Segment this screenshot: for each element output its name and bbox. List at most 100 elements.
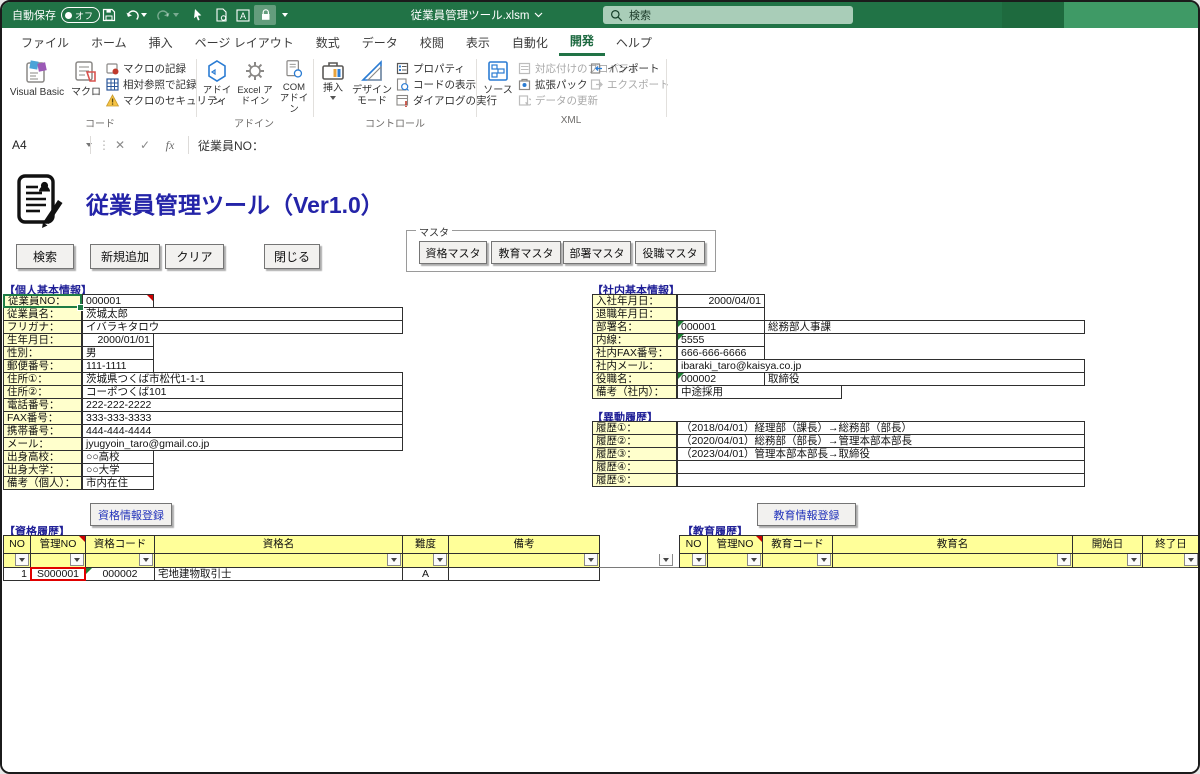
mobile-value[interactable]: 444-444-4444 — [82, 424, 403, 438]
filter-dropdown-button[interactable] — [433, 554, 447, 566]
register-education-button[interactable]: 教育情報登録 — [757, 503, 856, 526]
position-master-button[interactable]: 役職マスタ — [635, 241, 705, 264]
postal-code-value[interactable]: 111-1111 — [82, 359, 154, 373]
furigana-value[interactable]: イバラキタロウ — [82, 320, 403, 334]
field-label-mobile[interactable]: 携帯番号： — [3, 424, 82, 438]
excel-addins-button[interactable]: Excel アドイン — [235, 59, 275, 115]
xml-source-button[interactable]: ソース — [481, 59, 515, 115]
relative-references-button[interactable]: 相対参照で記録 — [106, 77, 197, 92]
field-label-company-note[interactable]: 備考（社内）： — [592, 385, 677, 399]
field-label-retire-date[interactable]: 退職年月日： — [592, 307, 677, 321]
field-label-postal-code[interactable]: 郵便番号： — [3, 359, 82, 373]
field-label-high-school[interactable]: 出身高校： — [3, 450, 82, 464]
search-record-button[interactable]: 検索 — [16, 244, 74, 269]
qual-row-code[interactable]: 000002 — [85, 567, 155, 581]
department-code-value[interactable]: 000001 — [677, 320, 765, 334]
filter-dropdown-button[interactable] — [692, 554, 706, 566]
design-mode-button[interactable]: デザイン モード — [350, 59, 394, 115]
field-label-university[interactable]: 出身大学： — [3, 463, 82, 477]
employee-name-value[interactable]: 茨城太郎 — [82, 307, 403, 321]
filter-dropdown-button[interactable] — [659, 554, 673, 566]
qual-row-rank[interactable]: A — [402, 567, 449, 581]
page-setup-button[interactable] — [210, 5, 232, 25]
worksheet[interactable]: 従業員管理ツール（Ver1.0） 検索 新規追加 クリア 閉じる マスタ 資格マ… — [2, 160, 1198, 772]
birthdate-value[interactable]: 2000/01/01 — [82, 333, 154, 347]
personal-note-value[interactable]: 市内在住 — [82, 476, 154, 490]
autosave-toggle[interactable]: 自動保存 オフ — [12, 2, 101, 28]
addins-button[interactable]: アドイン — [201, 59, 233, 115]
workbook-title[interactable]: 従業員管理ツール.xlsm — [387, 2, 567, 28]
tab-review[interactable]: 校閲 — [409, 28, 455, 56]
lock-cell-button[interactable] — [254, 5, 276, 25]
filter-dropdown-button[interactable] — [1184, 554, 1198, 566]
qat-customize-button[interactable] — [278, 5, 292, 25]
record-macro-button[interactable]: マクロの記録 — [106, 61, 186, 76]
field-label-furigana[interactable]: フリガナ： — [3, 320, 82, 334]
fax-value[interactable]: 333-333-3333 — [82, 411, 403, 425]
properties-button[interactable]: プロパティ — [396, 61, 465, 76]
field-label-personal-note[interactable]: 備考（個人）： — [3, 476, 82, 490]
tab-file[interactable]: ファイル — [10, 28, 80, 56]
save-button[interactable] — [98, 5, 120, 25]
hire-date-value[interactable]: 2000/04/01 — [677, 294, 765, 308]
tab-data[interactable]: データ — [351, 28, 409, 56]
filter-dropdown-button[interactable] — [70, 554, 84, 566]
university-value[interactable]: ○○大学 — [82, 463, 154, 477]
field-label-employee-name[interactable]: 従業員名： — [3, 307, 82, 321]
position-code-value[interactable]: 000002 — [677, 372, 765, 386]
company-note-value[interactable]: 中途採用 — [677, 385, 842, 399]
tab-home[interactable]: ホーム — [80, 28, 138, 56]
fill-handle[interactable] — [77, 304, 84, 311]
history1-value[interactable]: （2018/04/01）経理部（課長）→総務部（部長） — [677, 421, 1085, 435]
history5-value[interactable] — [677, 473, 1085, 487]
clear-button[interactable]: クリア — [165, 244, 224, 269]
education-master-button[interactable]: 教育マスタ — [491, 241, 561, 264]
macros-button[interactable]: マクロ — [68, 59, 104, 115]
company-email-value[interactable]: ibaraki_taro@kaisya.co.jp — [677, 359, 1085, 373]
position-name-value[interactable]: 取締役 — [764, 372, 1085, 386]
filter-dropdown-button[interactable] — [584, 554, 598, 566]
filter-dropdown-button[interactable] — [817, 554, 831, 566]
tab-page-layout[interactable]: ページ レイアウト — [184, 28, 305, 56]
field-label-employee-no[interactable]: 従業員NO： — [3, 294, 82, 308]
employee-no-value[interactable]: 000001 — [82, 294, 154, 308]
history2-value[interactable]: （2020/04/01）総務部（部長）→管理本部本部長 — [677, 434, 1085, 448]
filter-dropdown-button[interactable] — [747, 554, 761, 566]
view-code-button[interactable]: コードの表示 — [396, 77, 476, 92]
tab-developer[interactable]: 開発 — [558, 28, 605, 56]
field-label-history5[interactable]: 履歴⑤： — [592, 473, 677, 487]
cancel-icon[interactable]: ✕ — [110, 134, 130, 156]
field-label-company-email[interactable]: 社内メール： — [592, 359, 677, 373]
expansion-packs-button[interactable]: 拡張パック — [518, 77, 588, 92]
extension-value[interactable]: 5555 — [677, 333, 765, 347]
high-school-value[interactable]: ○○高校 — [82, 450, 154, 464]
field-label-address1[interactable]: 住所①： — [3, 372, 82, 386]
insert-control-button[interactable]: 挿入 — [318, 59, 348, 115]
tab-help[interactable]: ヘルプ — [605, 28, 663, 56]
field-label-birthdate[interactable]: 生年月日： — [3, 333, 82, 347]
register-qualification-button[interactable]: 資格情報登録 — [90, 503, 172, 526]
qual-row-note[interactable] — [448, 567, 600, 581]
filter-dropdown-button[interactable] — [1057, 554, 1071, 566]
field-label-address2[interactable]: 住所②： — [3, 385, 82, 399]
field-label-email[interactable]: メール： — [3, 437, 82, 451]
fx-icon[interactable]: fx — [160, 134, 180, 156]
visual-basic-button[interactable]: Visual Basic — [8, 59, 66, 115]
enter-icon[interactable]: ✓ — [135, 134, 155, 156]
field-label-position[interactable]: 役職名： — [592, 372, 677, 386]
department-master-button[interactable]: 部署マスタ — [563, 241, 631, 264]
tab-automate[interactable]: 自動化 — [501, 28, 559, 56]
filter-dropdown-button[interactable] — [139, 554, 153, 566]
address1-value[interactable]: 茨城県つくば市松代1-1-1 — [82, 372, 403, 386]
filter-dropdown-button[interactable] — [1127, 554, 1141, 566]
field-label-extension[interactable]: 内線： — [592, 333, 677, 347]
field-label-phone[interactable]: 電話番号： — [3, 398, 82, 412]
filter-dropdown-button[interactable] — [387, 554, 401, 566]
text-box-button[interactable]: A — [232, 5, 254, 25]
com-addins-button[interactable]: COM アドイン — [277, 59, 311, 115]
search-box[interactable]: 検索 — [603, 6, 853, 24]
close-button[interactable]: 閉じる — [264, 244, 320, 269]
tab-view[interactable]: 表示 — [455, 28, 501, 56]
field-label-history1[interactable]: 履歴①： — [592, 421, 677, 435]
import-button[interactable]: インポート — [590, 61, 660, 76]
